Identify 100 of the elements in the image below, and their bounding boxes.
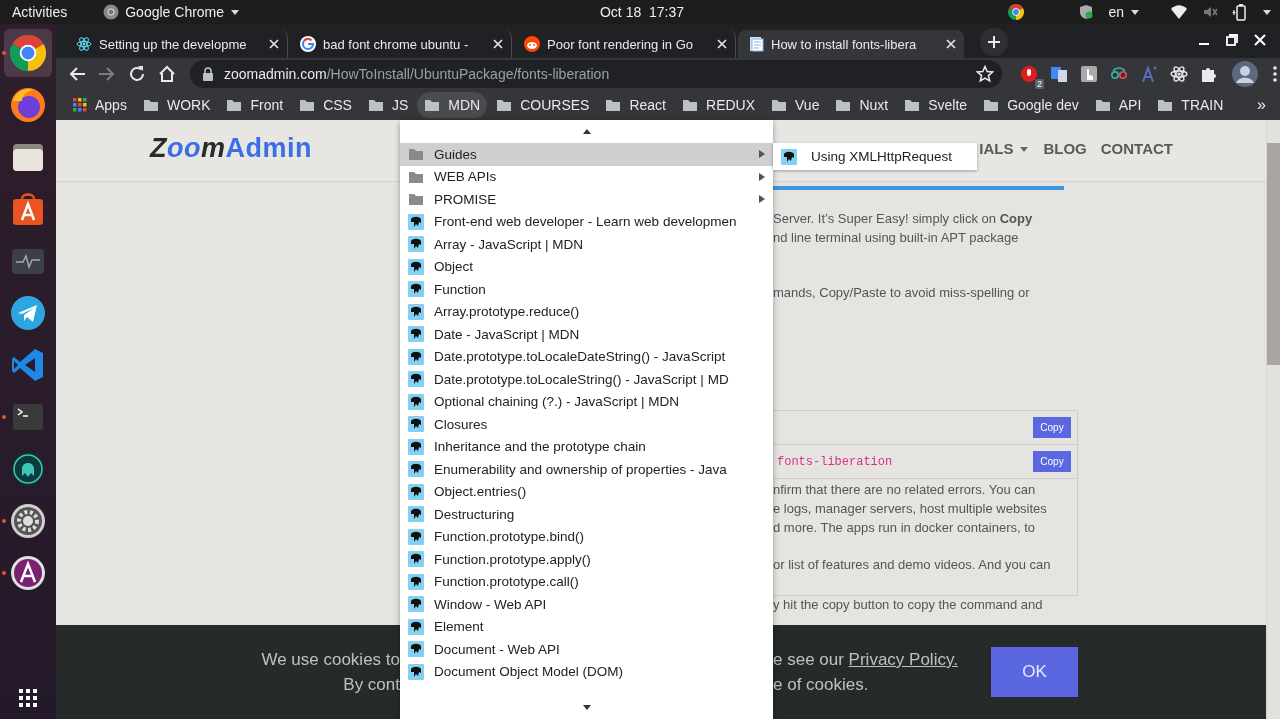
bookmark-folder[interactable]: CSS [292, 92, 359, 118]
more-icon[interactable] [1272, 65, 1278, 83]
restore-icon[interactable] [1226, 34, 1238, 46]
scrollbar-thumb[interactable] [1267, 143, 1280, 365]
menu-item[interactable]: WEB APIs [400, 165, 773, 188]
menu-item[interactable]: Front-end web developer - Learn web developmen [400, 210, 773, 233]
home-icon[interactable] [158, 65, 176, 83]
copy-button[interactable]: Copy [1033, 417, 1071, 439]
squid-icon [10, 451, 46, 487]
scrollbar[interactable] [1266, 120, 1280, 719]
folder-icon [682, 97, 698, 113]
bookmark-folder[interactable]: JS [360, 92, 416, 118]
menu-item[interactable]: Array - JavaScript | MDN [400, 233, 773, 256]
menu-item[interactable]: Function.prototype.apply() [400, 548, 773, 571]
shield-icon[interactable] [1078, 4, 1095, 20]
bookmark-folder[interactable]: React [598, 92, 673, 118]
dinosaur-icon [408, 416, 424, 433]
privacy-link[interactable]: Privacy Policy. [848, 650, 958, 669]
menu-item[interactable]: Function.prototype.bind() [400, 525, 773, 548]
battery-icon[interactable] [1232, 3, 1248, 21]
menu-item[interactable]: Closures [400, 413, 773, 436]
menu-item[interactable]: Date.prototype.toLocaleDateString() - JavaScript [400, 345, 773, 368]
menu-item[interactable]: Function.prototype.call() [400, 570, 773, 593]
caret-icon[interactable] [1262, 8, 1272, 16]
close-icon[interactable] [269, 39, 279, 49]
nav-link[interactable]: CONTACT [1100, 140, 1173, 157]
atom-icon[interactable] [1170, 65, 1188, 83]
menu-item[interactable]: Document Object Model (DOM) [400, 660, 773, 683]
bookmark-folder[interactable]: WORK [135, 92, 218, 118]
close-icon[interactable] [946, 39, 956, 49]
submenu-arrow-icon [759, 195, 765, 204]
copy-button[interactable]: Copy [1033, 451, 1071, 473]
menu-item[interactable]: Guides [400, 143, 773, 166]
record-icon[interactable] [1020, 65, 1038, 83]
apps-grid-icon[interactable] [19, 689, 37, 707]
menu-item[interactable]: Object [400, 255, 773, 278]
folder-icon [496, 97, 513, 113]
cookie-text: e of cookies. [773, 674, 870, 696]
bookmark-folder[interactable]: Nuxt [828, 92, 896, 118]
wifi-icon[interactable] [1170, 4, 1188, 20]
menu-item[interactable]: Object.entries() [400, 480, 773, 503]
scroll-down-icon[interactable] [582, 705, 591, 710]
bookmark-folder[interactable]: Google dev [976, 92, 1086, 118]
activities-button[interactable]: Activities [12, 4, 68, 20]
bookmark-folder[interactable]: MDN [417, 92, 488, 118]
back-arrow-icon[interactable] [68, 65, 86, 83]
menu-item[interactable]: Element [400, 615, 773, 638]
nav-link[interactable]: BLOG [1043, 140, 1087, 157]
bookmark-folder[interactable]: Front [219, 92, 291, 118]
menu-item[interactable]: Document - Web API [400, 638, 773, 661]
language-menu[interactable]: en [1108, 4, 1140, 20]
logo[interactable]: ZoomAdmin [150, 133, 312, 164]
bookmark-folder[interactable]: TRAIN [1150, 92, 1231, 118]
paragraph: y hit the copy button to copy the command and [772, 595, 1044, 614]
menu-item[interactable]: Optional chaining (?.) - JavaScript | MDN [400, 390, 773, 413]
reload-icon[interactable] [128, 65, 146, 83]
menu-item[interactable]: Array.prototype.reduce() [400, 300, 773, 323]
browser-icon[interactable] [1008, 4, 1025, 20]
dinosaur-icon [408, 393, 424, 410]
app-menu[interactable]: Google Chrome [103, 4, 241, 20]
menu-item[interactable]: Window - Web API [400, 593, 773, 616]
bookmark-folder[interactable]: COURSES [489, 92, 597, 118]
menu-item[interactable]: Date - JavaScript | MDN [400, 323, 773, 346]
hand-icon[interactable] [1080, 65, 1098, 83]
circle-emblem-icon [10, 555, 46, 591]
menu-item[interactable]: Function [400, 278, 773, 301]
new-tab-button[interactable] [980, 28, 1008, 56]
speaker-muted-icon[interactable] [1202, 4, 1218, 20]
code-text: fonts-liberation [777, 454, 893, 469]
dock-launcher[interactable] [4, 29, 52, 77]
bookmark-folder[interactable]: Vue [764, 92, 827, 118]
document-icon [748, 36, 764, 52]
menu-item[interactable]: Date.prototype.toLocaleString() - JavaScript | MD [400, 368, 773, 391]
browser-tab[interactable]: How to install fonts-libera [738, 30, 964, 58]
address-bar[interactable]: zoomadmin.com/HowToInstall/UbuntuPackage/fonts-liberation [190, 60, 1002, 88]
menu-item[interactable]: Using XMLHttpRequest [773, 145, 977, 168]
translate-icon[interactable] [1050, 65, 1068, 83]
close-icon[interactable] [717, 39, 727, 49]
avatar[interactable] [1232, 61, 1258, 87]
scroll-up-icon[interactable] [582, 129, 591, 134]
menu-item[interactable]: Inheritance and the prototype chain [400, 435, 773, 458]
puzzle-icon[interactable] [1200, 65, 1218, 83]
dinosaur-icon [408, 663, 424, 680]
close-icon[interactable] [493, 39, 503, 49]
nav-link[interactable]: IALS [979, 140, 1030, 157]
bookmark-folder[interactable]: REDUX [675, 92, 763, 118]
clock[interactable]: Oct 18 17:37 [599, 4, 685, 20]
apps-shortcut[interactable]: Apps [66, 92, 134, 118]
dinosaur-icon [408, 461, 424, 478]
ok-button[interactable]: OK [991, 647, 1078, 697]
star-icon[interactable] [976, 65, 994, 83]
bookmark-folder[interactable]: Svelte [897, 92, 975, 118]
count-badge: 2 [1035, 79, 1044, 89]
more-bookmarks-button[interactable]: » [1257, 96, 1266, 114]
menu-item[interactable]: PROMISE [400, 188, 773, 211]
paragraph: Server. It’s Super Easy! simply click on Copy nd line terminal using built-in APT package [772, 210, 1034, 247]
bookmark-folder[interactable]: API [1087, 92, 1149, 118]
menu-item[interactable]: Enumerability and ownership of properties - Java [400, 458, 773, 481]
menu-item[interactable]: Destructuring [400, 503, 773, 526]
font-tool-icon[interactable] [1140, 65, 1158, 83]
